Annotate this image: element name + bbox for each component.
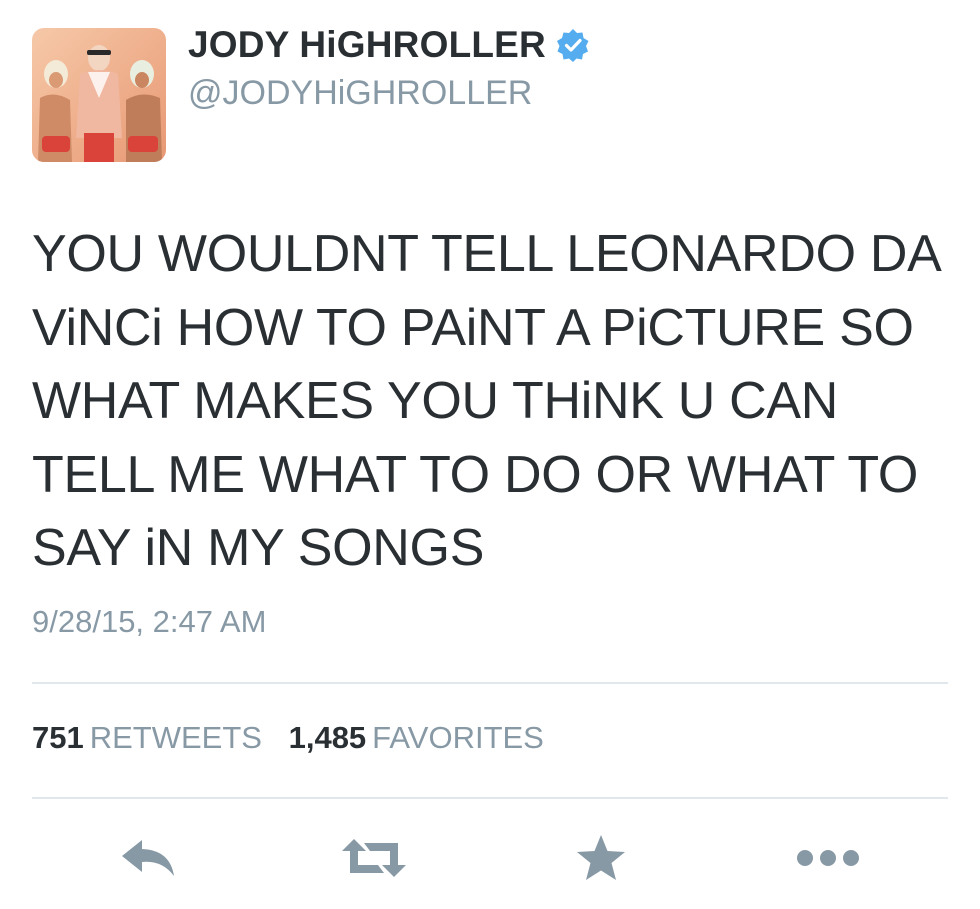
favorite-button[interactable]	[572, 830, 630, 886]
favorites-stat[interactable]: 1,485 FAVORITES	[289, 720, 562, 755]
divider	[32, 682, 948, 684]
tweet-detail: JODY HiGHROLLER @JODYHiGHROLLER YOU WOUL…	[0, 0, 980, 909]
verified-badge-icon	[556, 29, 589, 62]
star-icon	[577, 835, 625, 880]
more-button[interactable]	[794, 830, 862, 886]
tweet-text: YOU WOULDNT TELL LEONARDO DA ViNCi HOW T…	[32, 225, 939, 577]
divider	[32, 797, 948, 799]
avatar[interactable]	[32, 28, 166, 162]
user-handle[interactable]: @JODYHiGHROLLER	[188, 74, 532, 113]
retweets-stat[interactable]: 751 RETWEETS	[32, 720, 289, 755]
favorites-count: 1,485	[288, 720, 367, 755]
more-icon	[797, 850, 859, 866]
display-name[interactable]: JODY HiGHROLLER	[188, 24, 590, 66]
tweet-stats: 751 RETWEETS 1,485 FAVORITES	[32, 720, 562, 756]
retweets-count: 751	[32, 720, 84, 755]
display-name-text: JODY HiGHROLLER	[188, 24, 546, 65]
retweet-button[interactable]	[336, 830, 412, 886]
favorites-label: FAVORITES	[372, 720, 544, 755]
tweet-timestamp: 9/28/15, 2:47 AM	[32, 604, 267, 639]
reply-icon	[122, 840, 174, 876]
retweet-icon	[342, 839, 406, 877]
avatar-image	[32, 28, 166, 162]
reply-button[interactable]	[114, 830, 182, 886]
retweets-label: RETWEETS	[89, 720, 262, 755]
